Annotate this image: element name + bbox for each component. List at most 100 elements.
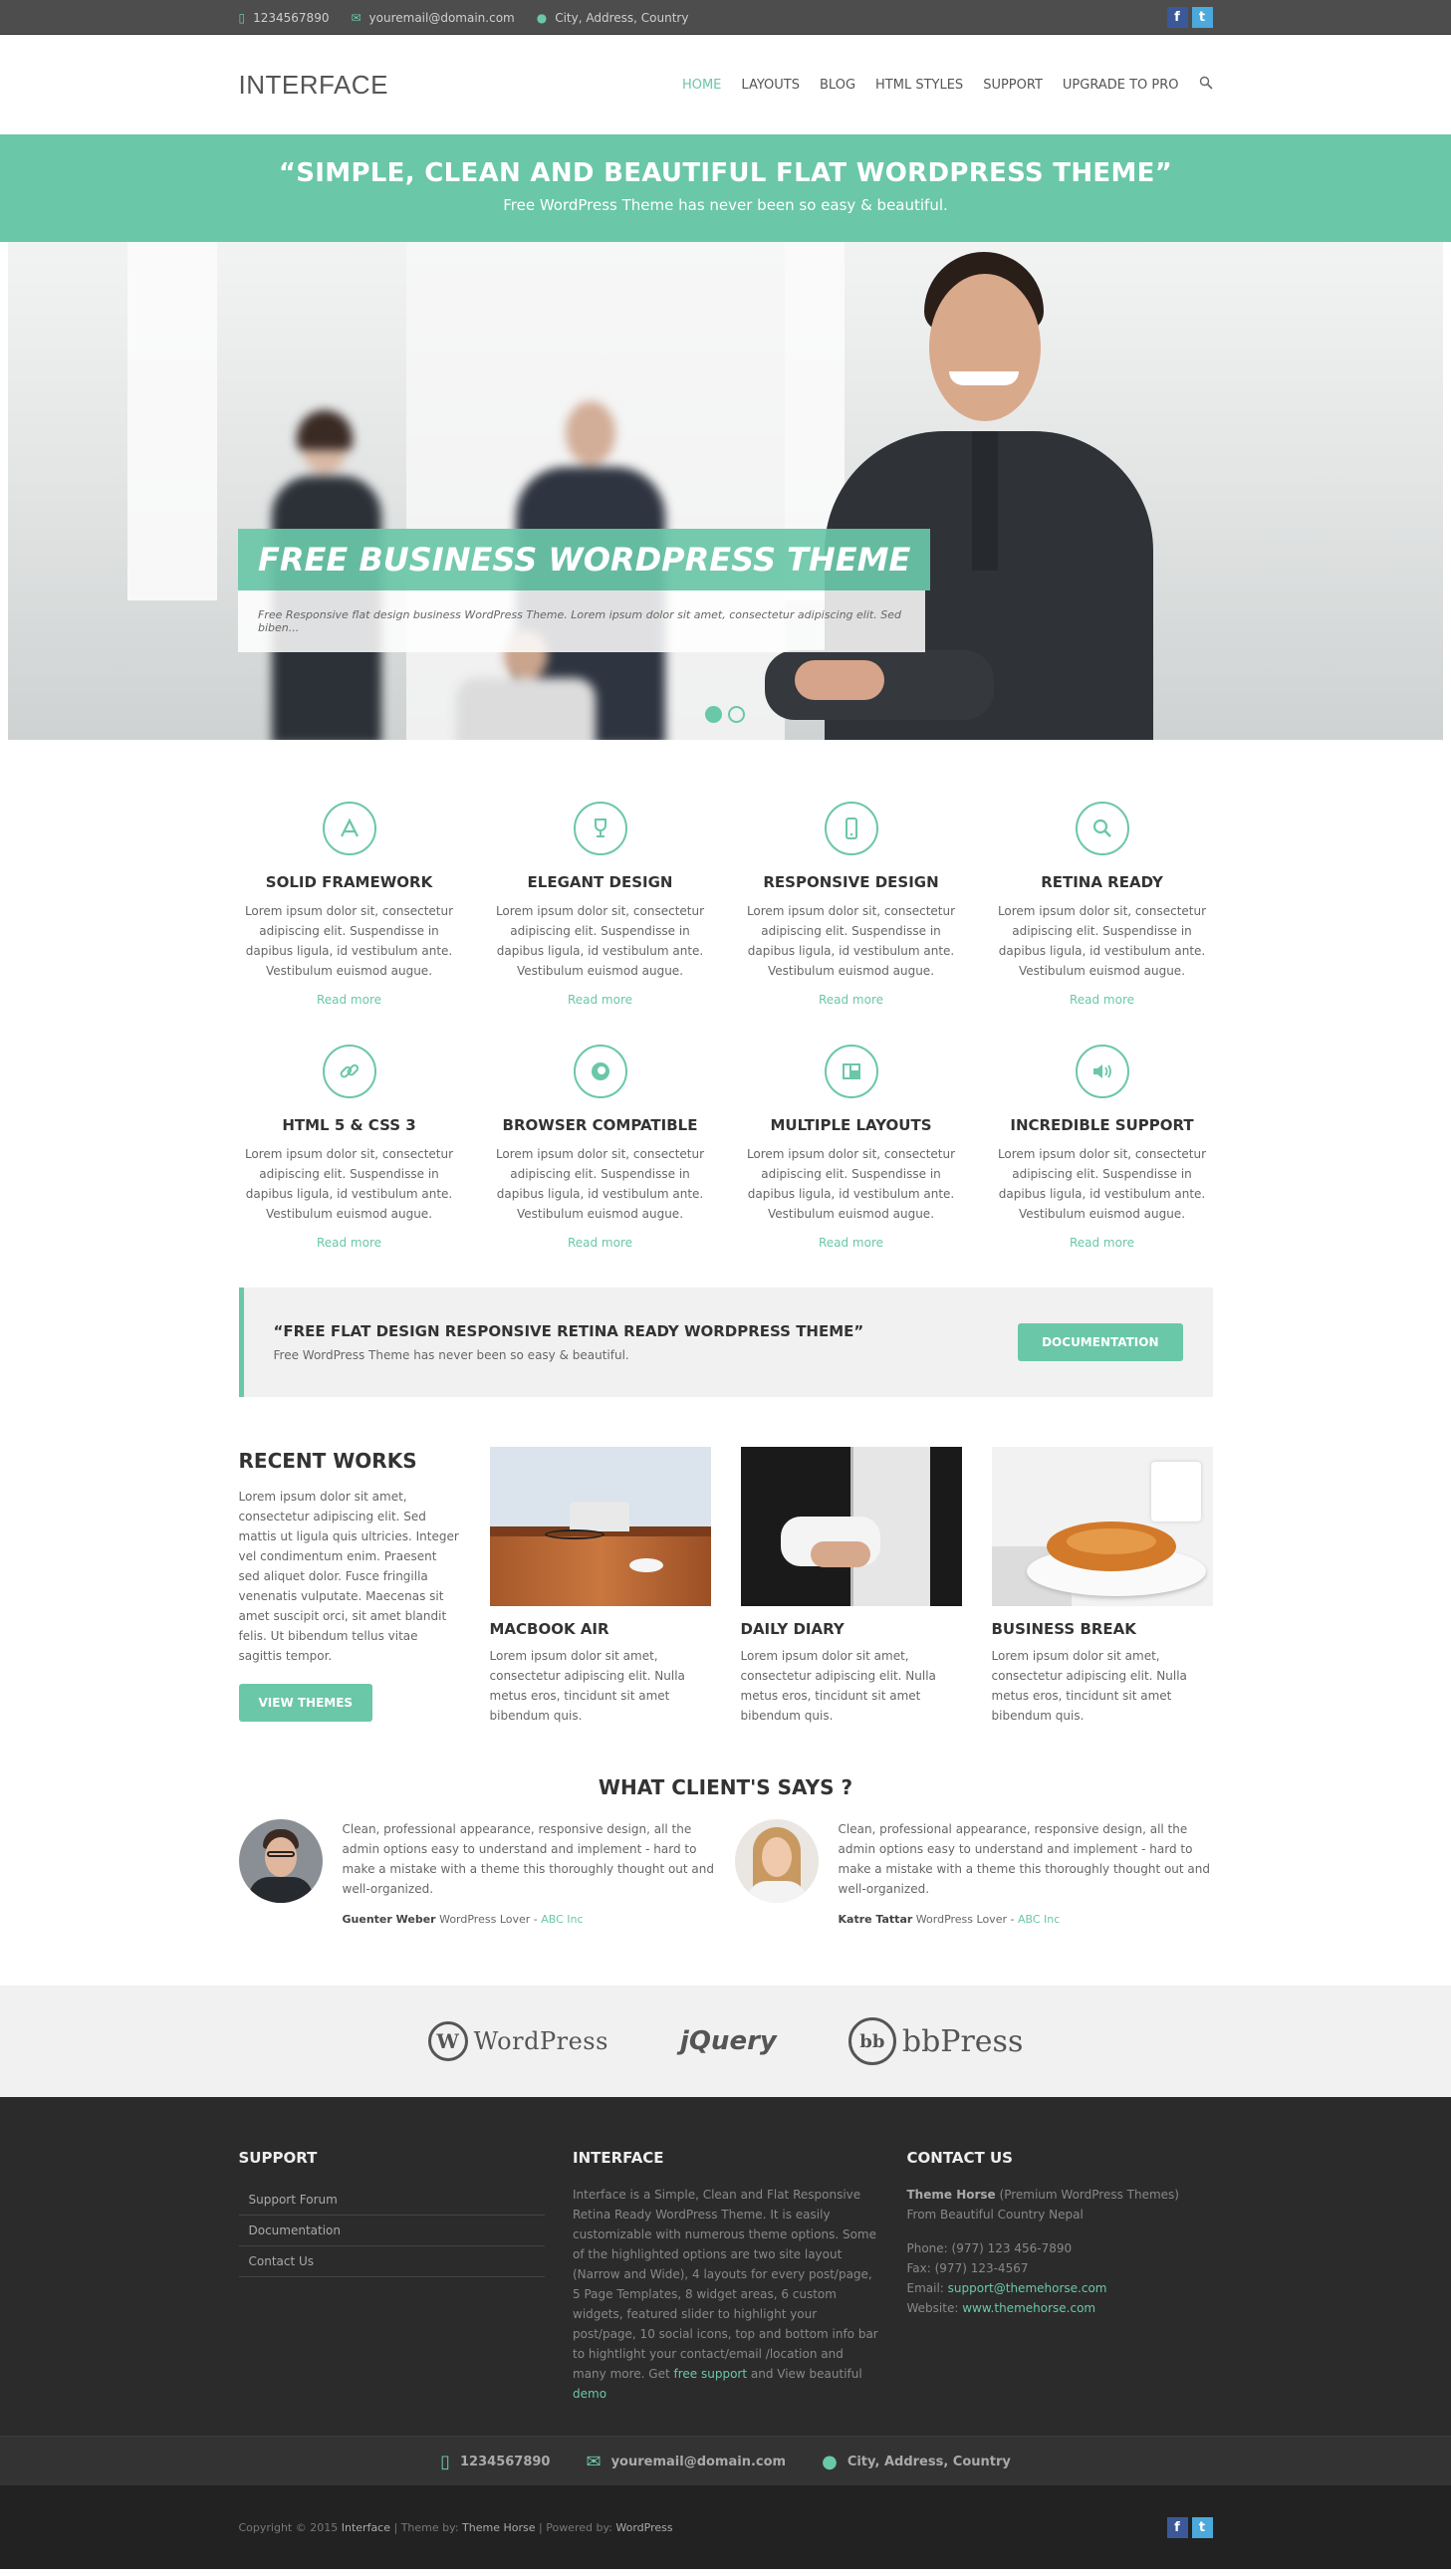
- macbook-thumbnail[interactable]: [489, 1447, 711, 1606]
- footer-fax: Fax: (977) 123-4567: [906, 2261, 1029, 2275]
- recent-works: RECENT WORKS Lorem ipsum dolor sit amet,…: [238, 1447, 1213, 1726]
- work-text: Lorem ipsum dolor sit amet, consectetur …: [489, 1649, 685, 1723]
- footer-interface-text: Interface is a Simple, Clean and Flat Re…: [573, 2188, 878, 2381]
- cta-title: “FREE FLAT DESIGN RESPONSIVE RETINA READ…: [273, 1322, 864, 1340]
- footer-link-documentation[interactable]: Documentation: [238, 2216, 545, 2246]
- free-support-link[interactable]: free support: [674, 2367, 748, 2381]
- testimonials-title: WHAT CLIENT'S SAYS ?: [598, 1775, 853, 1799]
- link-icon: [322, 1045, 376, 1098]
- testimonial-company-link[interactable]: ABC Inc: [541, 1913, 583, 1926]
- top-email[interactable]: ✉ youremail@domain.com: [351, 11, 514, 25]
- search-icon[interactable]: [1199, 76, 1213, 94]
- banner-subtitle: Free WordPress Theme has never been so e…: [503, 196, 948, 214]
- work-title: DAILY DIARY: [740, 1620, 845, 1638]
- diary-thumbnail[interactable]: [740, 1447, 962, 1606]
- read-more-link[interactable]: Read more: [992, 1236, 1213, 1250]
- work-text: Lorem ipsum dolor sit amet, consectetur …: [740, 1649, 936, 1723]
- footer-website-link[interactable]: www.themehorse.com: [962, 2301, 1095, 2315]
- trophy-icon: [573, 802, 627, 855]
- slider-dot-2[interactable]: [728, 706, 745, 723]
- work-item[interactable]: DAILY DIARY Lorem ipsum dolor sit amet, …: [740, 1447, 962, 1726]
- volume-icon: [1075, 1045, 1129, 1098]
- feature-item: MULTIPLE LAYOUTS Lorem ipsum dolor sit, …: [741, 1045, 962, 1250]
- map-pin-icon: ●: [822, 2451, 838, 2472]
- testimonial-company-link[interactable]: ABC Inc: [1018, 1913, 1060, 1926]
- footer-phone: Phone: (977) 123 456-7890: [906, 2241, 1073, 2255]
- feature-title: BROWSER COMPATIBLE: [502, 1116, 698, 1134]
- work-title: BUSINESS BREAK: [991, 1620, 1136, 1638]
- feature-text: Lorem ipsum dolor sit, consectetur adipi…: [244, 1147, 454, 1221]
- read-more-link[interactable]: Read more: [239, 993, 460, 1007]
- nav-support[interactable]: SUPPORT: [983, 78, 1043, 93]
- read-more-link[interactable]: Read more: [741, 1236, 962, 1250]
- slider-bg-window: [127, 242, 217, 600]
- wordpress-logo: W WordPress: [427, 2021, 608, 2061]
- feature-title: RETINA READY: [1041, 873, 1163, 891]
- read-more-link[interactable]: Read more: [741, 993, 962, 1007]
- nav-blog[interactable]: BLOG: [820, 78, 855, 93]
- recent-works-title: RECENT WORKS: [238, 1449, 417, 1473]
- wordpress-icon: W: [427, 2021, 468, 2061]
- feature-text: Lorem ipsum dolor sit, consectetur adipi…: [244, 904, 454, 978]
- documentation-button[interactable]: DOCUMENTATION: [1018, 1323, 1183, 1361]
- work-title: MACBOOK AIR: [489, 1620, 609, 1638]
- read-more-link[interactable]: Read more: [490, 993, 711, 1007]
- work-item[interactable]: BUSINESS BREAK Lorem ipsum dolor sit ame…: [991, 1447, 1213, 1726]
- work-item[interactable]: MACBOOK AIR Lorem ipsum dolor sit amet, …: [489, 1447, 711, 1726]
- view-themes-button[interactable]: VIEW THEMES: [238, 1684, 373, 1722]
- phone-icon: ▯: [238, 10, 246, 25]
- testimonial-role: WordPress Lover -: [439, 1913, 538, 1926]
- twitter-icon[interactable]: t: [1191, 2516, 1213, 2538]
- facebook-icon[interactable]: f: [1166, 2516, 1188, 2538]
- mail-icon: ✉: [351, 10, 362, 25]
- search-icon: [1075, 802, 1129, 855]
- map-pin-icon: ●: [536, 10, 548, 25]
- footer-link-contact-us[interactable]: Contact Us: [238, 2246, 545, 2277]
- read-more-link[interactable]: Read more: [239, 1236, 460, 1250]
- feature-item: HTML 5 & CSS 3 Lorem ipsum dolor sit, co…: [239, 1045, 460, 1250]
- featured-slider[interactable]: FREE BUSINESS WORDPRESS THEME Free Respo…: [8, 242, 1443, 740]
- facebook-icon[interactable]: f: [1166, 7, 1188, 28]
- nav-layouts[interactable]: LAYOUTS: [741, 78, 800, 93]
- slider-person-businessman: [745, 252, 1213, 740]
- footer-interface-title: INTERFACE: [573, 2149, 664, 2167]
- twitter-icon[interactable]: t: [1191, 7, 1213, 28]
- testimonial-text: Clean, professional appearance, responsi…: [342, 1822, 715, 1896]
- mail-icon: ✉: [586, 2451, 602, 2472]
- footer-link-support-forum[interactable]: Support Forum: [238, 2185, 545, 2216]
- feature-item: RETINA READY Lorem ipsum dolor sit, cons…: [992, 802, 1213, 1007]
- feature-item: ELEGANT DESIGN Lorem ipsum dolor sit, co…: [490, 802, 711, 1007]
- recent-works-text: Lorem ipsum dolor sit amet, consectetur …: [238, 1490, 459, 1663]
- footer-email-link[interactable]: support@themehorse.com: [948, 2281, 1107, 2295]
- banner-title: “SIMPLE, CLEAN AND BEAUTIFUL FLAT WORDPR…: [278, 158, 1173, 188]
- testimonial-text: Clean, professional appearance, responsi…: [838, 1822, 1211, 1896]
- demo-link[interactable]: demo: [573, 2387, 606, 2401]
- feature-text: Lorem ipsum dolor sit, consectetur adipi…: [495, 1147, 705, 1221]
- feature-text: Lorem ipsum dolor sit, consectetur adipi…: [746, 904, 956, 978]
- slider-caption-text: Free Responsive flat design business Wor…: [238, 590, 925, 652]
- nav-home[interactable]: HOME: [682, 78, 721, 93]
- theme-horse-link[interactable]: Theme Horse: [462, 2521, 535, 2534]
- footer-interface: INTERFACE Interface is a Simple, Clean a…: [573, 2149, 878, 2401]
- feature-text: Lorem ipsum dolor sit, consectetur adipi…: [997, 904, 1207, 978]
- business-break-thumbnail[interactable]: [991, 1447, 1213, 1606]
- phone-icon: ▯: [440, 2451, 451, 2472]
- site-link[interactable]: Interface: [342, 2521, 390, 2534]
- feature-item: INCREDIBLE SUPPORT Lorem ipsum dolor sit…: [992, 1045, 1213, 1250]
- feature-item: SOLID FRAMEWORK Lorem ipsum dolor sit, c…: [239, 802, 460, 1007]
- read-more-link[interactable]: Read more: [992, 993, 1213, 1007]
- read-more-link[interactable]: Read more: [490, 1236, 711, 1250]
- quote-banner: “SIMPLE, CLEAN AND BEAUTIFUL FLAT WORDPR…: [0, 134, 1451, 242]
- feature-title: MULTIPLE LAYOUTS: [770, 1116, 932, 1134]
- work-text: Lorem ipsum dolor sit amet, consectetur …: [991, 1649, 1187, 1723]
- testimonial-name: Katre Tattar: [838, 1913, 913, 1926]
- nav-html-styles[interactable]: HTML STYLES: [875, 78, 963, 93]
- feature-item: RESPONSIVE DESIGN Lorem ipsum dolor sit,…: [741, 802, 962, 1007]
- call-to-action: “FREE FLAT DESIGN RESPONSIVE RETINA READ…: [238, 1288, 1213, 1397]
- features-section: SOLID FRAMEWORK Lorem ipsum dolor sit, c…: [238, 740, 1213, 1926]
- nav-upgrade[interactable]: UPGRADE TO PRO: [1063, 78, 1179, 93]
- site-logo[interactable]: INTERFACE: [239, 70, 388, 101]
- top-address: ● City, Address, Country: [536, 10, 689, 25]
- wordpress-link[interactable]: WordPress: [615, 2521, 672, 2534]
- slider-dot-1[interactable]: [705, 706, 722, 723]
